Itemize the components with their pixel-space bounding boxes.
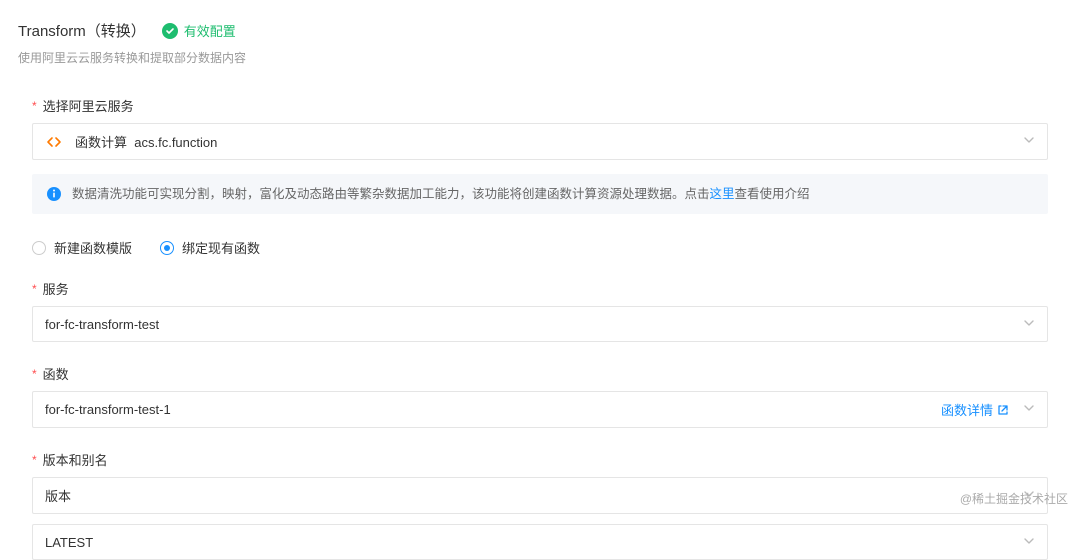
service-select[interactable]: for-fc-transform-test [32, 306, 1048, 342]
check-circle-icon [162, 23, 178, 39]
status-text: 有效配置 [184, 21, 236, 40]
radio-new-template[interactable]: 新建函数模版 [32, 238, 132, 257]
service-select-label: *选择阿里云服务 [32, 96, 1048, 115]
chevron-down-icon [1023, 402, 1035, 417]
version-value-select[interactable]: LATEST [32, 524, 1048, 560]
chevron-down-icon [1023, 535, 1035, 550]
function-select[interactable]: for-fc-transform-test-1 函数详情 [32, 391, 1048, 428]
info-icon [46, 186, 62, 202]
radio-icon-selected [160, 241, 174, 255]
aliyun-service-select[interactable]: 函数计算 acs.fc.function [32, 123, 1048, 160]
version-type-select[interactable]: 版本 [32, 477, 1048, 514]
function-compute-icon [45, 133, 63, 151]
page-title: Transform（转换） [18, 20, 146, 41]
chevron-down-icon [1023, 134, 1035, 149]
chevron-down-icon [1023, 317, 1035, 332]
service-label: *服务 [32, 279, 1048, 298]
function-detail-link[interactable]: 函数详情 [941, 400, 1009, 419]
service-select-value: 函数计算 acs.fc.function [75, 132, 217, 151]
version-label: *版本和别名 [32, 450, 1048, 469]
radio-bind-existing[interactable]: 绑定现有函数 [160, 238, 260, 257]
watermark: @稀土掘金技术社区 [960, 490, 1068, 507]
page-subtitle: 使用阿里云云服务转换和提取部分数据内容 [18, 49, 1062, 66]
external-link-icon [997, 404, 1009, 416]
info-banner: 数据清洗功能可实现分割，映射，富化及动态路由等繁杂数据加工能力，该功能将创建函数… [32, 174, 1048, 214]
radio-icon [32, 241, 46, 255]
status-badge: 有效配置 [162, 21, 236, 40]
function-label: *函数 [32, 364, 1048, 383]
info-link[interactable]: 这里 [710, 187, 735, 201]
